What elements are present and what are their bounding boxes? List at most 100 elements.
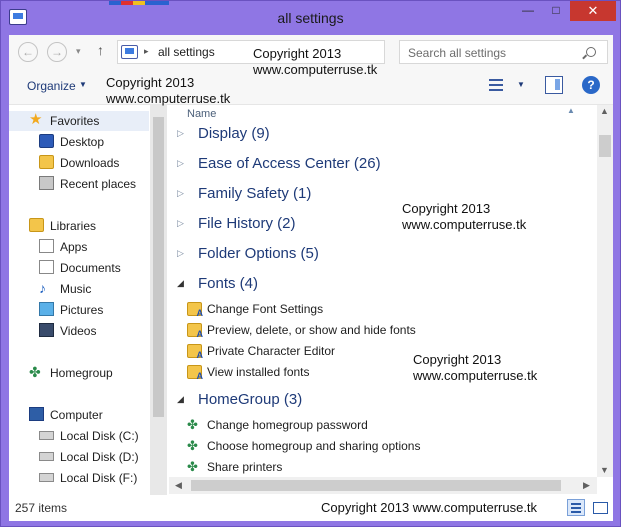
expand-arrow-icon[interactable]: ▷: [177, 188, 184, 199]
back-button[interactable]: ←: [18, 42, 38, 62]
watermark-line-1: Copyright 2013: [106, 75, 195, 90]
content-vertical-scroll-thumb[interactable]: [599, 135, 611, 157]
organize-button[interactable]: Organize: [27, 79, 76, 93]
search-input[interactable]: Search all settings: [408, 46, 506, 60]
fonts-folder-icon: [187, 344, 203, 360]
group-homegroup-label: HomeGroup (3): [198, 391, 303, 408]
group-display-label: Display (9): [198, 125, 270, 142]
task-label: Preview, delete, or show and hide fonts: [207, 323, 416, 337]
address-text[interactable]: all settings: [158, 45, 215, 59]
watermark: Copyright 2013 www.computerruse.tk: [413, 352, 537, 384]
nav-local-disk-f-label: Local Disk (F:): [60, 471, 138, 485]
nav-music-label: Music: [60, 282, 92, 296]
large-icons-view-icon[interactable]: [591, 499, 609, 516]
content-area: Name ▲ ▷ Display (9) ▷ Ease of Access Ce…: [169, 105, 597, 477]
group-fonts-label: Fonts (4): [198, 275, 259, 292]
watermark-line-2: www.computerruse.tk: [253, 62, 378, 77]
nav-downloads-label: Downloads: [60, 156, 120, 170]
recent-locations-chevron-icon[interactable]: ▾: [76, 46, 81, 57]
recent-places-icon: [39, 176, 54, 190]
apps-icon: [39, 239, 54, 253]
nav-videos-label: Videos: [60, 324, 97, 338]
fonts-folder-icon: [187, 365, 203, 381]
help-icon[interactable]: ?: [582, 76, 600, 94]
task-label: Change homegroup password: [207, 418, 368, 432]
scroll-right-arrow-icon[interactable]: ▶: [583, 480, 590, 491]
scroll-down-arrow-icon[interactable]: ▼: [600, 465, 609, 475]
view-options-chevron-icon[interactable]: ▼: [517, 80, 525, 89]
task-label: Private Character Editor: [207, 344, 336, 358]
watermark-line-1: Copyright 2013: [413, 352, 502, 367]
collapse-arrow-icon[interactable]: ◢: [177, 278, 184, 289]
expand-arrow-icon[interactable]: ▷: [177, 158, 184, 169]
group-folder-options-label: Folder Options (5): [198, 245, 319, 262]
scroll-left-arrow-icon[interactable]: ◀: [175, 480, 182, 491]
homegroup-icon: ✤: [187, 438, 198, 453]
nav-desktop-label: Desktop: [60, 135, 105, 149]
watermark-line-1: Copyright 2013: [402, 201, 491, 216]
organize-chevron-icon[interactable]: ▼: [79, 80, 87, 89]
search-icon[interactable]: [586, 47, 596, 57]
content-vertical-scrollbar[interactable]: ▲ ▼: [597, 105, 613, 477]
expand-arrow-icon[interactable]: ▷: [177, 248, 184, 259]
task-label: Choose homegroup and sharing options: [207, 439, 421, 453]
drive-icon: [39, 452, 54, 461]
navigation-pane-scroll-thumb[interactable]: [153, 117, 164, 417]
nav-apps-label: Apps: [60, 240, 88, 254]
navigation-pane-scrollbar[interactable]: [150, 105, 167, 495]
nav-favorites[interactable]: ★ Favorites: [9, 111, 149, 131]
watermark: Copyright 2013 www.computerruse.tk: [106, 75, 230, 107]
sort-ascending-icon: ▲: [567, 106, 575, 115]
desktop-icon: [39, 134, 54, 148]
nav-local-disk-d-label: Local Disk (D:): [60, 450, 139, 464]
content-horizontal-scrollbar[interactable]: ◀ ▶: [169, 477, 597, 494]
nav-computer-label: Computer: [50, 408, 103, 422]
watermark-line-1: Copyright 2013: [253, 46, 342, 61]
breadcrumb-chevron-icon[interactable]: ▸: [144, 46, 149, 57]
libraries-icon: [29, 218, 44, 232]
nav-recent-places-label: Recent places: [60, 177, 137, 191]
nav-pictures-label: Pictures: [60, 303, 104, 317]
explorer-window: all settings — □ ✕ ← → ▾ ↑ ▸ all setting…: [0, 0, 621, 527]
nav-libraries-label: Libraries: [50, 219, 97, 233]
homegroup-icon: ✤: [187, 417, 198, 432]
videos-icon: [39, 323, 54, 337]
nav-favorites-label: Favorites: [50, 114, 100, 128]
collapse-arrow-icon[interactable]: ◢: [177, 394, 184, 405]
homegroup-icon: ✤: [29, 364, 41, 380]
search-box[interactable]: Search all settings: [399, 40, 608, 64]
group-file-history-label: File History (2): [198, 215, 296, 232]
fonts-folder-icon: [187, 323, 203, 339]
drive-icon: [39, 473, 54, 482]
star-icon: ★: [29, 111, 43, 128]
maximize-button[interactable]: □: [542, 1, 570, 21]
details-view-icon[interactable]: [567, 499, 585, 516]
content-horizontal-scroll-thumb[interactable]: [191, 480, 561, 491]
title-bar[interactable]: all settings — □ ✕: [1, 1, 620, 35]
computer-icon: [29, 407, 44, 421]
watermark-line-2: www.computerruse.tk: [106, 91, 231, 106]
task-label: Share printers: [207, 460, 283, 474]
window-client: ← → ▾ ↑ ▸ all settings ▾ ↻ Search all se…: [9, 35, 613, 521]
change-view-icon[interactable]: [489, 76, 507, 94]
fonts-folder-icon: [187, 302, 203, 318]
watermark-line-2: www.computerruse.tk: [413, 368, 538, 383]
group-family-safety-label: Family Safety (1): [198, 185, 312, 202]
minimize-button[interactable]: —: [514, 1, 542, 21]
scroll-up-arrow-icon[interactable]: ▲: [600, 106, 609, 116]
watermark-line-2: www.computerruse.tk: [402, 217, 527, 232]
expand-arrow-icon[interactable]: ▷: [177, 218, 184, 229]
forward-button[interactable]: →: [47, 42, 67, 62]
close-button[interactable]: ✕: [570, 1, 616, 21]
column-header-name[interactable]: Name: [187, 108, 216, 120]
nav-homegroup-label: Homegroup: [50, 366, 113, 380]
preview-pane-icon[interactable]: [545, 76, 563, 94]
navigation-pane: ★ Favorites Desktop Downloads Recent pla…: [9, 105, 149, 495]
up-button[interactable]: ↑: [97, 42, 104, 58]
watermark: Copyright 2013 www.computerruse.tk: [402, 201, 526, 233]
item-count: 257 items: [15, 501, 68, 515]
group-ease-of-access-label: Ease of Access Center (26): [198, 155, 381, 172]
expand-arrow-icon[interactable]: ▷: [177, 128, 184, 139]
watermark: Copyright 2013 www.computerruse.tk: [321, 500, 538, 515]
homegroup-icon: ✤: [187, 459, 198, 474]
